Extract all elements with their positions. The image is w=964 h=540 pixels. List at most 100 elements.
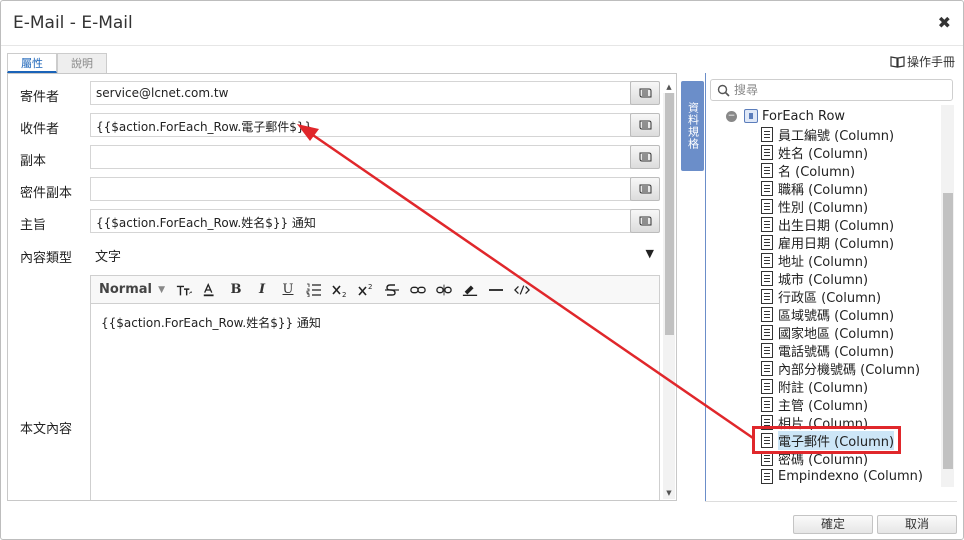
tree-column-item[interactable]: 性別 (Column)	[761, 197, 869, 216]
list-icon	[306, 283, 321, 297]
underline-button[interactable]: U	[275, 279, 301, 301]
scroll-down-icon[interactable]: ▼	[663, 489, 675, 499]
email-dialog: E-Mail - E-Mail ✖ 屬性 說明 操作手冊 寄件者 service…	[0, 0, 964, 540]
highlighter-icon	[462, 285, 478, 296]
tree-column-label: 附註 (Column)	[778, 380, 869, 396]
column-icon	[761, 180, 773, 196]
link-icon	[410, 286, 426, 293]
cc-picker-button[interactable]	[630, 145, 660, 169]
recipient-picker-button[interactable]	[630, 113, 660, 137]
form-scrollbar[interactable]	[663, 93, 675, 499]
data-spec-tab[interactable]: 資料規格	[681, 81, 704, 171]
bold-button[interactable]: B	[223, 279, 249, 301]
tree-column-item[interactable]: 區域號碼 (Column)	[761, 305, 894, 324]
strikethrough-icon	[385, 283, 399, 296]
column-icon	[761, 270, 773, 286]
tree-search-box[interactable]	[710, 79, 953, 101]
column-icon	[761, 162, 773, 178]
search-icon	[717, 84, 730, 97]
tree-column-label: 行政區 (Column)	[778, 290, 882, 306]
tree-scroll-thumb[interactable]	[943, 193, 953, 469]
tree-column-label: 城市 (Column)	[778, 272, 869, 288]
column-icon	[761, 378, 773, 394]
tab-description[interactable]: 說明	[57, 53, 107, 73]
cc-field[interactable]	[90, 145, 631, 169]
ordered-list-button[interactable]	[301, 279, 327, 301]
tree-column-label: 地址 (Column)	[778, 254, 869, 270]
bcc-row: 密件副本	[8, 175, 668, 203]
column-icon	[761, 396, 773, 412]
tree-column-item[interactable]: 附註 (Column)	[761, 377, 869, 396]
tree-column-item[interactable]: Empindexno (Column)	[761, 467, 923, 485]
column-icon	[761, 198, 773, 214]
column-icon	[761, 324, 773, 340]
tree-column-label: 職稱 (Column)	[778, 182, 869, 198]
tree-column-item[interactable]: 名 (Column)	[761, 161, 855, 180]
search-input[interactable]	[734, 83, 934, 97]
format-select[interactable]: Normal ▼	[99, 282, 171, 297]
column-icon	[761, 126, 773, 142]
highlight-button[interactable]	[457, 279, 483, 301]
manual-link[interactable]: 操作手冊	[890, 53, 955, 70]
tree-scrollbar[interactable]	[941, 105, 954, 487]
tree-column-item[interactable]: 出生日期 (Column)	[761, 215, 894, 234]
cc-row: 副本	[8, 143, 668, 171]
scroll-up-icon[interactable]: ▲	[663, 83, 675, 93]
body-label: 本文內容	[20, 422, 73, 437]
tree-column-item[interactable]: 城市 (Column)	[761, 269, 869, 288]
font-size-button[interactable]	[171, 279, 197, 301]
tree-column-item[interactable]: 地址 (Column)	[761, 251, 869, 270]
bcc-field[interactable]	[90, 177, 631, 201]
sender-row: 寄件者 service@lcnet.com.tw	[8, 79, 668, 107]
font-color-icon	[203, 282, 214, 296]
panel-divider	[705, 73, 706, 501]
sender-field[interactable]: service@lcnet.com.tw	[90, 81, 631, 105]
strikethrough-button[interactable]	[379, 279, 405, 301]
recipient-field[interactable]: {{$action.ForEach_Row.電子郵件$}}	[90, 113, 631, 137]
tree-column-item[interactable]: 姓名 (Column)	[761, 143, 869, 162]
content-type-row: 內容類型 文字 ▼	[8, 240, 668, 268]
cancel-button[interactable]: 取消	[877, 515, 957, 534]
close-icon[interactable]: ✖	[938, 13, 951, 32]
tree-column-item[interactable]: 主管 (Column)	[761, 395, 868, 414]
tree-column-label: 姓名 (Column)	[778, 146, 869, 162]
font-color-button[interactable]	[197, 279, 223, 301]
italic-button[interactable]: I	[249, 279, 275, 301]
column-icon	[761, 252, 773, 268]
title-divider	[1, 45, 963, 46]
source-code-button[interactable]	[509, 279, 535, 301]
link-button[interactable]	[405, 279, 431, 301]
editor-content[interactable]: {{$action.ForEach_Row.姓名$}} 通知	[91, 304, 659, 341]
tree-node-foreach-row[interactable]: − ForEach Row	[726, 107, 845, 125]
tree-column-item[interactable]: 國家地區 (Column)	[761, 323, 894, 342]
form-scroll-thumb[interactable]	[665, 93, 674, 335]
recipient-row: 收件者 {{$action.ForEach_Row.電子郵件$}}	[8, 111, 668, 139]
recipient-label: 收件者	[20, 122, 60, 137]
content-type-label: 內容類型	[20, 251, 73, 266]
tree-column-item[interactable]: 內部分機號碼 (Column)	[761, 359, 920, 378]
superscript-button[interactable]: 2	[353, 279, 379, 301]
bcc-picker-button[interactable]	[630, 177, 660, 201]
subscript-button[interactable]: 2	[327, 279, 353, 301]
tree-column-item[interactable]: 員工編號 (Column)	[761, 125, 894, 144]
horizontal-rule-button[interactable]	[483, 279, 509, 301]
unlink-button[interactable]	[431, 279, 457, 301]
code-icon	[514, 284, 530, 295]
ok-button[interactable]: 確定	[793, 515, 873, 534]
scroll-icon	[639, 152, 652, 162]
sender-picker-button[interactable]	[630, 81, 660, 105]
content-type-select[interactable]: 文字 ▼	[90, 242, 660, 266]
subject-field[interactable]: {{$action.ForEach_Row.姓名$}} 通知	[90, 209, 631, 233]
tree-column-item[interactable]: 行政區 (Column)	[761, 287, 882, 306]
rich-text-editor: Normal ▼ B I U 2 2 {{$action.ForEach_Row…	[90, 275, 660, 500]
tree-column-item[interactable]: 職稱 (Column)	[761, 179, 869, 198]
subject-label: 主旨	[20, 218, 47, 233]
tab-properties[interactable]: 屬性	[7, 53, 57, 73]
tree-column-label: 性別 (Column)	[778, 200, 869, 216]
collapse-icon[interactable]: −	[726, 110, 737, 122]
chevron-down-icon: ▼	[158, 284, 165, 295]
subject-picker-button[interactable]	[630, 209, 660, 233]
tree-column-item[interactable]: 電話號碼 (Column)	[761, 341, 894, 360]
dropdown-arrow-icon: ▼	[645, 247, 654, 260]
tree-column-item[interactable]: 雇用日期 (Column)	[761, 233, 894, 252]
